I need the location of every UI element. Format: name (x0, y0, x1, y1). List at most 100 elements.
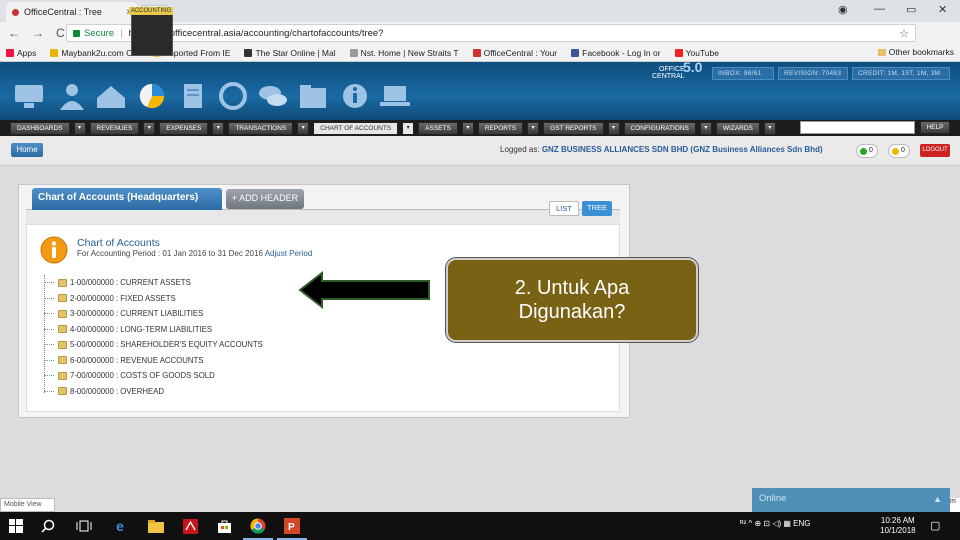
nav-item-assets[interactable]: ASSETS (418, 121, 458, 135)
nav-item-chart-of-accounts[interactable]: CHART OF ACCOUNTS (313, 121, 399, 135)
bookmark-label: Maybank2u.com Onl (61, 47, 140, 58)
credit-info[interactable]: CREDIT: 1M, 15T, 1M, 3M (852, 67, 950, 80)
tree-node[interactable]: 5-00/000000 : SHAREHOLDER'S EQUITY ACCOU… (44, 337, 263, 353)
maximize-button[interactable]: ▭ (906, 3, 916, 16)
bookmark-item[interactable]: YouTube (674, 47, 719, 58)
nav-item-dashboards[interactable]: DASHBOARDS (10, 121, 70, 135)
folder-icon (58, 340, 67, 349)
chevron-down-icon[interactable]: ▾ (699, 121, 712, 135)
accounts-tree: 1-00/000000 : CURRENT ASSETS 2-00/000000 … (44, 275, 263, 399)
nav-item-configurations[interactable]: CONFIGURATIONS (623, 121, 696, 135)
bookmark-item[interactable]: Facebook - Log In or (571, 47, 661, 58)
bookmark-item[interactable]: Nst. Home | New Straits T (349, 48, 459, 58)
mail-module-icon[interactable] (94, 80, 128, 112)
taskbar-clock[interactable]: 10:26 AM 10/1/2018 (880, 516, 916, 536)
nav-item-wizards[interactable]: WIZARDS (715, 121, 760, 135)
bookmark-item[interactable]: Apps (6, 48, 36, 58)
chevron-down-icon[interactable]: ▾ (461, 121, 474, 135)
help-button[interactable]: HELP (920, 121, 950, 134)
tree-node[interactable]: 7-00/000000 : COSTS OF GOODS SOLD (44, 368, 263, 384)
accounting-module-selected[interactable] (131, 8, 173, 56)
store-icon[interactable] (214, 516, 234, 536)
accounting-module-label: ACCOUNTING (129, 7, 173, 15)
chevron-down-icon[interactable]: ▾ (212, 121, 225, 135)
nav-item-reports[interactable]: REPORTS (477, 121, 524, 135)
task-view-icon[interactable] (74, 516, 94, 536)
info-module-icon[interactable] (338, 80, 372, 112)
chart-of-accounts-tab[interactable]: Chart of Accounts (Headquarters) (32, 188, 222, 210)
edge-browser-icon[interactable]: e (110, 516, 130, 536)
chevron-down-icon[interactable]: ▾ (527, 121, 540, 135)
bookmark-star-icon[interactable]: ☆ (899, 27, 909, 40)
tree-node[interactable]: 2-00/000000 : FIXED ASSETS (44, 291, 263, 307)
tree-node[interactable]: 6-00/000000 : REVENUE ACCOUNTS (44, 353, 263, 369)
bookmark-label: Facebook - Log In or (582, 47, 661, 58)
chevron-down-icon[interactable]: ▾ (607, 121, 620, 135)
browser-tab[interactable]: OfficeCentral : Tree × (6, 2, 138, 22)
url-input[interactable]: Secure | https://v2.officecentral.asia/a… (66, 24, 916, 42)
secure-label: Secure (84, 27, 115, 39)
bookmark-item[interactable]: The Star Online | Mal (244, 48, 336, 58)
tree-node[interactable]: 4-00/000000 : LONG-TERM LIABILITIES (44, 322, 263, 338)
profile-icon[interactable]: ◉ (838, 3, 848, 16)
green-count-badge[interactable]: 0 (856, 144, 878, 158)
dashboard-module-icon[interactable] (12, 80, 46, 112)
add-header-button[interactable]: + ADD HEADER (226, 189, 304, 209)
other-bookmarks[interactable]: Other bookmarks (877, 47, 954, 57)
list-view-button[interactable]: LIST (549, 201, 579, 216)
bookmark-item[interactable]: Maybank2u.com Onl (50, 48, 139, 58)
tree-view-button[interactable]: TREE (582, 201, 612, 216)
forward-button[interactable]: → (32, 26, 48, 40)
inbox-info[interactable]: INBOX: 86/61 (712, 67, 774, 80)
online-chat-widget[interactable]: Online ▲ (752, 488, 950, 512)
hr-module-icon[interactable] (55, 80, 89, 112)
bookmark-label: Imported From IE (164, 47, 231, 58)
bookmark-label: YouTube (685, 47, 719, 58)
minimize-button[interactable]: — (874, 3, 885, 15)
chevron-down-icon[interactable]: ▾ (763, 121, 776, 135)
nav-item-gst-reports[interactable]: GST REPORTS (543, 121, 604, 135)
notification-icon[interactable]: ▢ (930, 519, 940, 532)
pointer-arrow-icon (298, 270, 430, 310)
accounting-module-icon[interactable] (135, 80, 169, 112)
mobile-view-link[interactable]: Mobile View (0, 498, 55, 512)
files-module-icon[interactable] (296, 80, 330, 112)
chevron-down-icon[interactable]: ▾ (143, 121, 156, 135)
tree-node[interactable]: 8-00/000000 : OVERHEAD (44, 384, 263, 400)
chevron-down-icon[interactable]: ▾ (297, 121, 310, 135)
crm-module-icon[interactable] (216, 80, 250, 112)
page-title: Chart of Accounts (77, 237, 160, 249)
nav-item-revenues[interactable]: REVENUES (89, 121, 140, 135)
yellow-count-badge[interactable]: 0 (888, 144, 910, 158)
adjust-period-link[interactable]: Adjust Period (265, 249, 313, 258)
windows-start-icon[interactable] (6, 516, 26, 536)
chrome-icon[interactable] (243, 516, 273, 540)
chevron-down-icon[interactable]: ▾ (73, 121, 86, 135)
tree-node[interactable]: 1-00/000000 : CURRENT ASSETS (44, 275, 263, 291)
settings-module-icon[interactable] (378, 80, 412, 112)
bookmark-item[interactable]: OfficeCentral : Your (472, 48, 557, 58)
windows-taskbar: e P ᴿ² ^ ⊕ ⊡ ◁) ▦ ENG 10:26 AM 10/1/2018… (0, 512, 960, 540)
back-button[interactable]: ← (8, 26, 24, 40)
home-button[interactable]: Home (11, 143, 43, 157)
logged-as-company: GNZ BUSINESS ALLIANCES SDN BHD (GNZ Busi… (541, 145, 823, 154)
file-explorer-icon[interactable] (146, 516, 166, 536)
powerpoint-icon[interactable]: P (277, 516, 307, 540)
chevron-up-icon[interactable]: ▲ (933, 488, 942, 510)
chevron-down-icon[interactable]: ▾ (402, 121, 415, 135)
tree-node[interactable]: 3-00/000000 : CURRENT LIABILITIES (44, 306, 263, 322)
accounting-period: For Accounting Period : 01 Jan 2016 to 3… (77, 249, 312, 258)
documents-module-icon[interactable] (176, 80, 210, 112)
bookmark-label: Apps (17, 47, 37, 58)
logout-button[interactable]: LOGOUT (920, 144, 950, 157)
nav-item-transactions[interactable]: TRANSACTIONS (228, 121, 294, 135)
nav-search-input[interactable] (800, 121, 915, 134)
system-tray[interactable]: ᴿ² ^ ⊕ ⊡ ◁) ▦ ENG (740, 519, 810, 528)
search-icon[interactable] (38, 516, 58, 536)
nav-item-expenses[interactable]: EXPENSES (159, 121, 209, 135)
revision-info[interactable]: REVISION: 70483 (778, 67, 848, 80)
acrobat-icon[interactable] (180, 516, 200, 536)
chat-module-icon[interactable] (256, 80, 290, 112)
tree-node-label: 7-00/000000 : COSTS OF GOODS SOLD (70, 371, 215, 381)
close-window-button[interactable]: ✕ (938, 3, 947, 16)
